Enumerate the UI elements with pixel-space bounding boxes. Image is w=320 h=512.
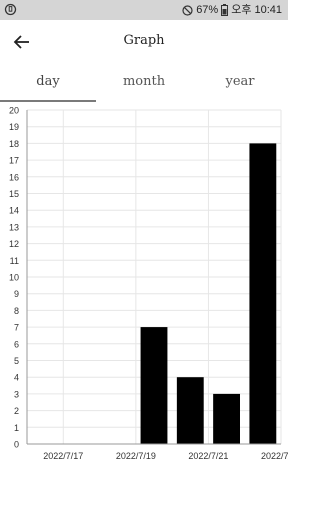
battery-percent: 67% — [196, 4, 219, 16]
x-tick-label: 2022/7/23 — [261, 451, 288, 461]
y-tick-label: 1 — [14, 423, 19, 433]
tab-day[interactable]: day — [0, 64, 96, 102]
x-tick-label: 2022/7/19 — [116, 451, 156, 461]
status-indicators: 67% 오후 10:41 — [182, 3, 282, 17]
y-tick-label: 19 — [9, 122, 19, 132]
do-not-disturb-icon — [182, 4, 193, 16]
app-bar: Graph — [0, 20, 288, 64]
y-tick-label: 14 — [9, 206, 19, 216]
battery-icon — [221, 4, 229, 16]
tab-year[interactable]: year — [192, 64, 288, 102]
y-tick-label: 12 — [9, 239, 19, 249]
y-tick-label: 2 — [14, 406, 19, 416]
y-tick-label: 8 — [14, 306, 19, 316]
clock: 10:41 — [254, 4, 282, 16]
y-tick-label: 10 — [9, 273, 19, 283]
y-tick-label: 0 — [14, 440, 19, 450]
y-tick-label: 17 — [9, 156, 19, 166]
y-tick-label: 9 — [14, 289, 19, 299]
bar-2022-7-23 — [249, 143, 277, 444]
y-tick-label: 11 — [10, 256, 19, 266]
y-tick-label: 13 — [9, 222, 19, 232]
y-tick-label: 16 — [9, 172, 19, 182]
y-tick-label: 5 — [14, 356, 19, 366]
bar-chart: 0 1 2 3 4 5 6 7 8 9 10 11 12 13 14 15 16 17 18 19 20 2022/7/1… — [0, 102, 301, 468]
y-tick-label: 20 — [9, 106, 19, 116]
status-bar: 67% 오후 10:41 — [0, 0, 288, 20]
y-tick-label: 7 — [14, 323, 19, 333]
y-tick-label: 6 — [14, 339, 19, 349]
y-tick-label: 15 — [9, 189, 19, 199]
chart-svg: 012345678910111213141516171819202022/7/1… — [9, 106, 301, 462]
am-pm-label: 오후 — [231, 4, 252, 16]
bar-2022-7-20 — [140, 327, 168, 444]
app-notification-icon — [4, 3, 17, 16]
y-tick-label: 3 — [14, 389, 19, 399]
page-title: Graph — [123, 33, 165, 48]
bar-2022-7-21 — [176, 377, 204, 444]
period-tabs: day month year — [0, 64, 288, 102]
y-tick-label: 18 — [9, 139, 19, 149]
x-tick-label: 2022/7/21 — [188, 451, 228, 461]
y-tick-label: 4 — [14, 373, 19, 383]
bar-2022-7-22 — [213, 393, 240, 444]
x-tick-label: 2022/7/17 — [43, 451, 83, 461]
tab-month[interactable]: month — [96, 64, 192, 102]
